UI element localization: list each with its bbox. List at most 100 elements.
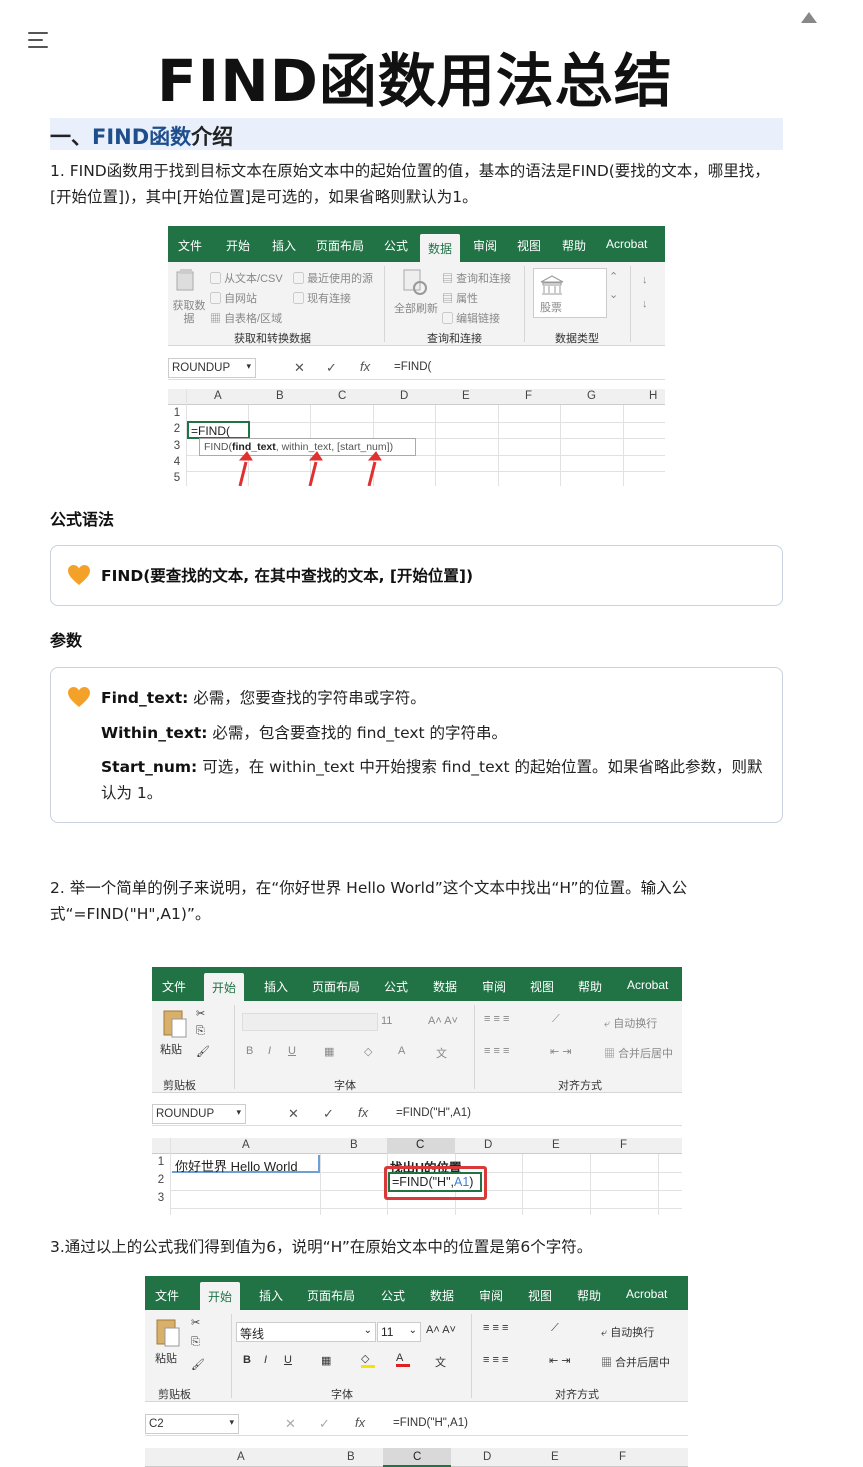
- existing-connections-button[interactable]: ▢ 现有连接: [293, 290, 351, 306]
- cancel-icon[interactable]: ✕: [285, 1416, 296, 1432]
- tab-acrobat[interactable]: Acrobat: [626, 1287, 667, 1301]
- tab-insert[interactable]: 插入: [259, 1287, 283, 1304]
- underline-icon[interactable]: U: [288, 1045, 296, 1057]
- align-left-icon[interactable]: ≡ ≡ ≡: [483, 1354, 508, 1366]
- border-icon[interactable]: ▦: [324, 1045, 334, 1058]
- increase-font-icon[interactable]: A˄ A˅: [428, 1015, 458, 1027]
- font-name-select[interactable]: [242, 1013, 378, 1031]
- edit-links-button[interactable]: ▢ 编辑链接: [442, 310, 500, 326]
- tab-data[interactable]: 数据: [433, 978, 457, 995]
- get-data-label[interactable]: 获取数据: [171, 300, 207, 326]
- tab-data[interactable]: 数据: [430, 1287, 454, 1304]
- tab-view[interactable]: 视图: [517, 237, 541, 254]
- queries-connections-button[interactable]: ▤ 查询和连接: [442, 270, 511, 286]
- cut-icon[interactable]: ✂: [196, 1007, 205, 1020]
- tab-file[interactable]: 文件: [155, 1287, 179, 1304]
- fill-color-icon[interactable]: ◇: [361, 1352, 375, 1368]
- tab-home[interactable]: 开始: [226, 237, 250, 254]
- recent-sources-button[interactable]: ▢ 最近使用的源: [293, 270, 373, 286]
- font-color-icon[interactable]: A: [396, 1352, 410, 1367]
- active-cell-a2[interactable]: =FIND(: [187, 421, 250, 439]
- tab-formulas[interactable]: 公式: [384, 978, 408, 995]
- font-size-select[interactable]: 11 ⌄: [377, 1322, 421, 1342]
- increase-font-icon[interactable]: A˄ A˅: [426, 1324, 456, 1336]
- orientation-icon[interactable]: ⟋: [551, 1322, 559, 1335]
- format-painter-icon[interactable]: 🖌: [196, 1045, 210, 1058]
- border-icon[interactable]: ▦: [321, 1354, 331, 1367]
- tab-insert[interactable]: 插入: [264, 978, 288, 995]
- phonetic-icon[interactable]: 文: [436, 1045, 447, 1061]
- merge-center-button[interactable]: ▦ 合并后居中: [604, 1045, 673, 1061]
- active-cell-c2[interactable]: =FIND("H",A1): [388, 1172, 482, 1192]
- tab-home[interactable]: 开始: [200, 1282, 241, 1310]
- tab-file[interactable]: 文件: [162, 978, 186, 995]
- enter-icon[interactable]: ✓: [323, 1106, 334, 1122]
- phonetic-icon[interactable]: 文: [435, 1354, 446, 1370]
- tab-view[interactable]: 视图: [528, 1287, 552, 1304]
- paste-icon[interactable]: [160, 1007, 190, 1041]
- tab-page-layout[interactable]: 页面布局: [312, 978, 360, 995]
- tab-help[interactable]: 帮助: [562, 237, 586, 254]
- fx-icon[interactable]: fx: [360, 359, 370, 374]
- font-name-select[interactable]: 等线 ⌄: [236, 1322, 376, 1342]
- orientation-icon[interactable]: ⟋: [552, 1013, 560, 1026]
- chevron-up-icon[interactable]: ⌃: [609, 270, 618, 283]
- col-header[interactable]: F: [619, 1451, 626, 1463]
- enter-icon[interactable]: ✓: [319, 1416, 330, 1432]
- formula-value[interactable]: =FIND("H",A1): [396, 1107, 471, 1119]
- refresh-all-label[interactable]: 全部刷新: [394, 300, 438, 316]
- font-size-select[interactable]: 11: [381, 1015, 392, 1027]
- tab-formulas[interactable]: 公式: [381, 1287, 405, 1304]
- tab-help[interactable]: 帮助: [577, 1287, 601, 1304]
- col-header[interactable]: A: [242, 1139, 250, 1151]
- col-header[interactable]: F: [620, 1139, 627, 1151]
- scroll-up-icon[interactable]: [801, 12, 817, 23]
- indent-icon[interactable]: ⇤ ⇥: [549, 1354, 571, 1367]
- fill-color-icon[interactable]: ◇: [364, 1045, 372, 1058]
- col-header[interactable]: A: [214, 390, 222, 402]
- stocks-button[interactable]: 股票: [533, 268, 607, 318]
- indent-icon[interactable]: ⇤ ⇥: [550, 1045, 572, 1058]
- cancel-icon[interactable]: ✕: [294, 360, 305, 376]
- font-color-icon[interactable]: A: [398, 1045, 405, 1057]
- fx-icon[interactable]: fx: [358, 1105, 368, 1120]
- copy-icon[interactable]: ⎘: [191, 1336, 200, 1349]
- col-header[interactable]: D: [400, 390, 408, 402]
- tab-insert[interactable]: 插入: [272, 237, 296, 254]
- row-header[interactable]: 2: [152, 1174, 170, 1186]
- dropdown-icon[interactable]: ▾: [229, 1417, 234, 1428]
- name-box[interactable]: C2 ▾: [145, 1414, 239, 1434]
- dropdown-icon[interactable]: ▾: [246, 361, 251, 372]
- merge-center-button[interactable]: ▦ 合并后居中: [601, 1354, 670, 1370]
- tab-page-layout[interactable]: 页面布局: [316, 237, 364, 254]
- tab-data[interactable]: 数据: [420, 234, 461, 262]
- wrap-text-button[interactable]: ⤶ 自动换行: [601, 1324, 654, 1340]
- col-header[interactable]: E: [552, 1139, 560, 1151]
- col-header[interactable]: G: [587, 390, 596, 402]
- align-left-icon[interactable]: ≡ ≡ ≡: [484, 1045, 509, 1057]
- tab-view[interactable]: 视图: [530, 978, 554, 995]
- align-top-icon[interactable]: ≡ ≡ ≡: [483, 1322, 508, 1334]
- paste-label[interactable]: 粘贴: [155, 1350, 177, 1366]
- tab-acrobat[interactable]: Acrobat: [627, 978, 668, 992]
- col-header[interactable]: F: [525, 390, 532, 402]
- tab-review[interactable]: 审阅: [479, 1287, 503, 1304]
- copy-icon[interactable]: ⎘: [196, 1025, 205, 1038]
- formula-value[interactable]: =FIND("H",A1): [393, 1417, 468, 1429]
- col-header[interactable]: B: [350, 1139, 358, 1151]
- tab-page-layout[interactable]: 页面布局: [307, 1287, 355, 1304]
- tab-home[interactable]: 开始: [204, 973, 245, 1001]
- from-table-button[interactable]: ▦ 自表格/区域: [210, 310, 282, 326]
- col-header-selected[interactable]: C: [416, 1139, 424, 1151]
- format-painter-icon[interactable]: 🖌: [191, 1358, 205, 1371]
- sort-desc-icon[interactable]: ↓: [642, 298, 648, 310]
- name-box[interactable]: ROUNDUP ▾: [152, 1104, 246, 1124]
- refresh-all-icon[interactable]: [400, 268, 428, 296]
- tab-review[interactable]: 审阅: [482, 978, 506, 995]
- col-header[interactable]: H: [649, 390, 657, 402]
- col-header[interactable]: B: [347, 1451, 355, 1463]
- paste-label[interactable]: 粘贴: [160, 1041, 182, 1057]
- col-header[interactable]: A: [237, 1451, 245, 1463]
- bold-icon[interactable]: B: [246, 1045, 253, 1057]
- col-header[interactable]: D: [483, 1451, 491, 1463]
